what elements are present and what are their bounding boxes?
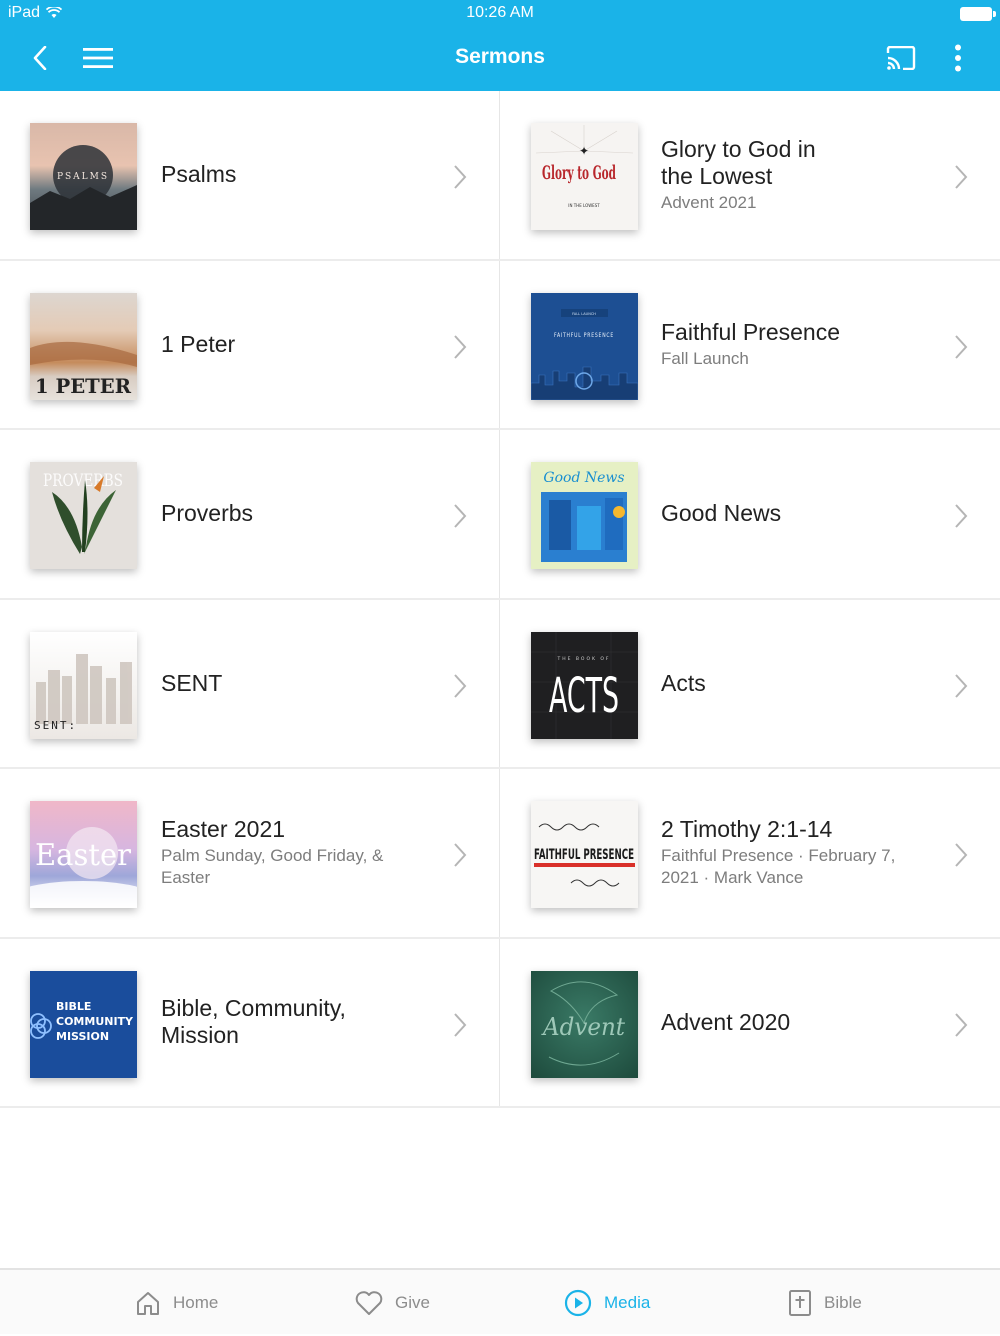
sermon-item-2-timothy[interactable]: FAITHFUL PRESENCE 2 Timothy 2:1-14 Faith…	[500, 769, 1000, 937]
app-header: iPad 10:26 AM Sermons	[0, 0, 1000, 91]
chevron-right-icon	[454, 843, 467, 867]
page-title: Sermons	[455, 45, 545, 68]
sermon-item-advent-2020[interactable]: Advent Advent 2020	[500, 939, 1000, 1107]
sermon-title: Bible, Community, Mission	[161, 995, 346, 1049]
art-text: PSALMS	[57, 172, 109, 182]
sermon-title: 2 Timothy 2:1-14	[661, 816, 833, 843]
sermon-list: PSALMS Psalms ✦ Glory to God IN THE LOWE…	[0, 91, 1000, 1108]
heart-icon	[355, 1291, 383, 1315]
sermon-subtitle: Faithful Presence · February 7, 2021 · M…	[661, 846, 896, 888]
sermon-artwork: Good News	[531, 462, 638, 569]
sermon-artwork: 1 PETER	[30, 292, 137, 400]
tab-home[interactable]: Home	[135, 1270, 218, 1336]
sermon-title: Faithful Presence	[661, 318, 840, 345]
tab-label: Give	[395, 1293, 430, 1312]
sermon-item-proverbs[interactable]: PROVERBS Proverbs	[0, 430, 500, 598]
chevron-right-icon	[454, 1012, 467, 1037]
sermon-title: Psalms	[161, 161, 237, 188]
sermon-subtitle: Fall Launch	[661, 348, 749, 368]
sermon-title: Advent 2020	[661, 1008, 791, 1035]
art-text: Good News	[543, 470, 624, 486]
svg-text:✦: ✦	[579, 144, 589, 158]
cast-icon	[886, 46, 916, 70]
sermon-artwork: ✦ Glory to God IN THE LOWEST	[531, 123, 638, 230]
sermon-artwork: Advent	[531, 970, 638, 1078]
sermon-title: 1 Peter	[161, 330, 236, 357]
chevron-right-icon	[454, 165, 467, 189]
sermon-item-bible-community-mission[interactable]: BIBLE COMMUNITY MISSION Bible, Community…	[0, 938, 500, 1106]
chevron-right-icon	[454, 334, 467, 359]
chevron-right-icon	[955, 673, 968, 698]
sermon-artwork: PROVERBS	[30, 462, 137, 569]
art-text: Glory to God	[542, 162, 616, 184]
sermon-subtitle: Palm Sunday, Good Friday, & Easter	[161, 846, 384, 888]
art-caption: IN THE LOWEST	[568, 203, 600, 208]
art-caption: THE BOOK OF	[556, 656, 610, 662]
art-text: BIBLE COMMUNITY MISSION	[56, 999, 134, 1043]
art-caption: FALL LAUNCH	[572, 312, 596, 316]
sermon-title: Glory to God in the Lowest	[661, 135, 816, 189]
tab-media[interactable]: Media	[564, 1270, 650, 1336]
sermon-item-sent[interactable]: SENT: SENT	[0, 599, 500, 767]
more-options-button[interactable]	[938, 40, 978, 76]
sermon-item-good-news[interactable]: Good News Good News	[500, 430, 1000, 598]
sermon-title: Acts	[661, 669, 706, 696]
sermon-item-psalms[interactable]: PSALMS Psalms	[0, 91, 500, 259]
battery-icon	[960, 7, 996, 21]
tab-bar: Home Give Media Bible	[0, 1268, 1000, 1334]
chevron-right-icon	[955, 504, 968, 528]
list-row: BIBLE COMMUNITY MISSION Bible, Community…	[0, 938, 1000, 1108]
status-time: 10:26 AM	[466, 4, 534, 21]
list-row: PSALMS Psalms ✦ Glory to God IN THE LOWE…	[0, 91, 1000, 261]
list-row: Easter Easter 2021 Palm Sunday, Good Fri…	[0, 769, 1000, 939]
bible-icon	[789, 1290, 811, 1316]
sermon-subtitle: Advent 2021	[661, 192, 757, 212]
tab-bible[interactable]: Bible	[788, 1270, 862, 1336]
more-vertical-icon	[955, 44, 961, 72]
sermon-item-easter-2021[interactable]: Easter Easter 2021 Palm Sunday, Good Fri…	[0, 769, 500, 937]
list-row: PROVERBS Proverbs Good News Good News	[0, 430, 1000, 600]
chevron-right-icon	[955, 843, 968, 867]
chevron-right-icon	[955, 1012, 968, 1037]
sermon-item-faithful-presence[interactable]: FALL LAUNCH FAITHFUL PRESENCE Faithful P…	[500, 261, 1000, 429]
chevron-right-icon	[454, 504, 467, 528]
tab-label: Media	[604, 1293, 651, 1312]
art-text: FAITHFUL PRESENCE	[554, 332, 614, 339]
sermon-item-glory-to-god[interactable]: ✦ Glory to God IN THE LOWEST Glory to Go…	[500, 91, 1000, 259]
art-text: Easter	[35, 838, 132, 873]
art-text: FAITHFUL PRESENCE	[534, 847, 634, 863]
sermon-title: Easter 2021	[161, 816, 286, 843]
sermon-artwork: PSALMS	[30, 123, 137, 230]
tab-label: Bible	[824, 1293, 862, 1312]
chevron-right-icon	[955, 334, 968, 359]
sermon-artwork: FALL LAUNCH FAITHFUL PRESENCE	[531, 292, 638, 400]
sermon-item-acts[interactable]: THE BOOK OF ACTS Acts	[500, 600, 1000, 768]
sermon-artwork: SENT:	[30, 631, 137, 739]
list-row: SENT: SENT THE BOOK OF ACTS Acts	[0, 599, 1000, 769]
cast-button[interactable]	[881, 40, 921, 76]
sermon-title: Good News	[661, 500, 782, 527]
sermon-artwork: THE BOOK OF ACTS	[531, 631, 638, 739]
art-text: 1 PETER	[35, 374, 131, 398]
sermon-artwork: BIBLE COMMUNITY MISSION	[30, 970, 137, 1078]
art-text: SENT:	[34, 719, 77, 732]
list-row: 1 PETER 1 Peter FALL LAUNCH FAITHFUL PRE…	[0, 260, 1000, 430]
status-bar: iPad 10:26 AM	[0, 0, 1000, 28]
tab-label: Home	[173, 1293, 219, 1312]
art-text: ACTS	[549, 668, 619, 724]
chevron-right-icon	[454, 673, 467, 698]
art-text: Advent	[541, 1013, 625, 1041]
sermon-title: Proverbs	[161, 500, 254, 527]
tab-give[interactable]: Give	[355, 1270, 430, 1336]
navbar: Sermons	[0, 28, 1000, 91]
sermon-artwork: FAITHFUL PRESENCE	[531, 801, 638, 908]
sermon-title: SENT	[161, 669, 223, 696]
sermon-artwork: Easter	[30, 801, 137, 908]
home-icon	[137, 1292, 159, 1315]
art-text: PROVERBS	[43, 471, 123, 491]
sermon-item-1-peter[interactable]: 1 PETER 1 Peter	[0, 260, 500, 428]
play-circle-icon	[564, 1289, 592, 1317]
chevron-right-icon	[955, 165, 968, 189]
